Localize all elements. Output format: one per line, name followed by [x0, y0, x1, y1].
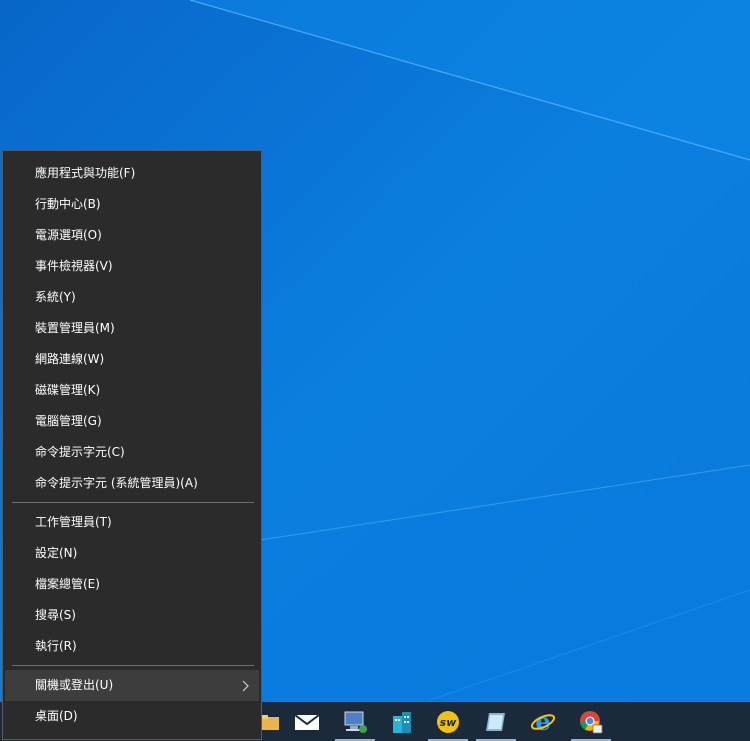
menu-item-label: 應用程式與功能(F)	[35, 166, 136, 180]
menu-item-label: 電源選項(O)	[35, 228, 102, 242]
menu-item-shutdown-or-sign-out[interactable]: 關機或登出(U)	[5, 670, 259, 701]
menu-item-label: 執行(R)	[35, 639, 77, 653]
menu-item-label: 設定(N)	[35, 546, 78, 560]
menu-item-command-prompt[interactable]: 命令提示字元(C)	[3, 437, 261, 468]
menu-item-device-manager[interactable]: 裝置管理員(M)	[3, 313, 261, 344]
menu-item-label: 搜尋(S)	[35, 608, 76, 622]
menu-item-label: 電腦管理(G)	[35, 414, 102, 428]
svg-text:sw: sw	[440, 716, 458, 729]
menu-item-label: 桌面(D)	[35, 709, 78, 723]
mail-icon[interactable]	[283, 702, 331, 741]
menu-item-settings[interactable]: 設定(N)	[3, 538, 261, 569]
menu-item-computer-management[interactable]: 電腦管理(G)	[3, 406, 261, 437]
menu-item-task-manager[interactable]: 工作管理員(T)	[3, 507, 261, 538]
menu-item-desktop[interactable]: 桌面(D)	[3, 701, 261, 732]
menu-item-label: 系統(Y)	[35, 290, 76, 304]
menu-item-label: 行動中心(B)	[35, 197, 101, 211]
svg-text:e: e	[535, 709, 550, 735]
menu-item-search[interactable]: 搜尋(S)	[3, 600, 261, 631]
network-computer-icon[interactable]	[331, 702, 379, 741]
menu-item-network-connections[interactable]: 網路連線(W)	[3, 344, 261, 375]
menu-item-event-viewer[interactable]: 事件檢視器(V)	[3, 251, 261, 282]
sw-app-icon[interactable]: sw	[424, 702, 472, 741]
winx-context-menu: 應用程式與功能(F) 行動中心(B) 電源選項(O) 事件檢視器(V) 系統(Y) 裝置管…	[2, 150, 262, 740]
menu-item-system[interactable]: 系統(Y)	[3, 282, 261, 313]
menu-item-label: 事件檢視器(V)	[35, 259, 113, 273]
menu-item-label: 命令提示字元(C)	[35, 445, 125, 459]
menu-separator	[12, 665, 254, 666]
menu-item-label: 工作管理員(T)	[35, 515, 112, 529]
chrome-icon[interactable]	[567, 702, 615, 741]
menu-item-label: 命令提示字元 (系統管理員)(A)	[35, 476, 198, 490]
menu-item-label: 檔案總管(E)	[35, 577, 100, 591]
menu-item-apps-and-features[interactable]: 應用程式與功能(F)	[3, 158, 261, 189]
menu-item-disk-management[interactable]: 磁碟管理(K)	[3, 375, 261, 406]
menu-item-command-prompt-admin[interactable]: 命令提示字元 (系統管理員)(A)	[3, 468, 261, 499]
menu-item-label: 裝置管理員(M)	[35, 321, 115, 335]
menu-item-power-options[interactable]: 電源選項(O)	[3, 220, 261, 251]
menu-item-mobility-center[interactable]: 行動中心(B)	[3, 189, 261, 220]
internet-explorer-icon[interactable]: e	[519, 702, 567, 741]
menu-item-run[interactable]: 執行(R)	[3, 631, 261, 662]
menu-item-label: 網路連線(W)	[35, 352, 105, 366]
menu-item-label: 磁碟管理(K)	[35, 383, 101, 397]
building-app-icon[interactable]	[378, 702, 426, 741]
menu-item-label: 關機或登出(U)	[35, 678, 114, 692]
notepad-icon[interactable]	[472, 702, 520, 741]
menu-separator	[12, 502, 254, 503]
chevron-right-icon	[240, 670, 250, 701]
desktop[interactable]: sw e 應用程式與功能(F) 行動中心(B) 電源選項(O) 事件檢視器(V) 系統(…	[0, 0, 750, 741]
menu-item-file-explorer[interactable]: 檔案總管(E)	[3, 569, 261, 600]
